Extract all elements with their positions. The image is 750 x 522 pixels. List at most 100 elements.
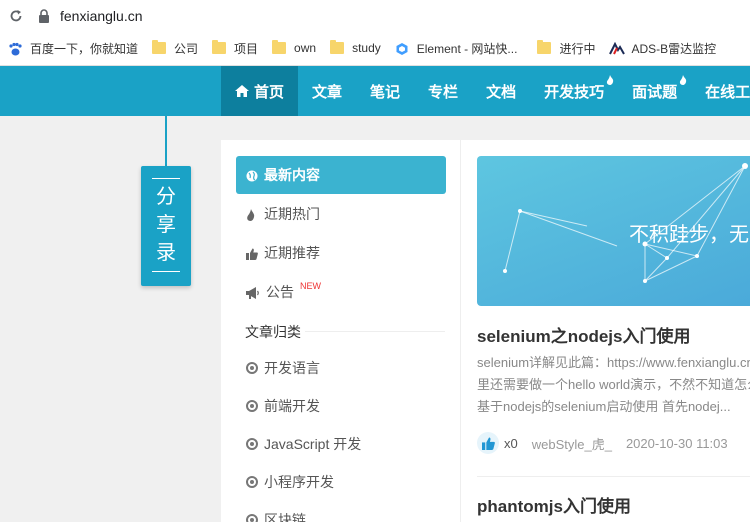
megaphone-icon: [246, 286, 260, 299]
nav-label: 首页: [254, 83, 285, 101]
category-heading: 文章归类: [245, 324, 301, 340]
sidebar-label: 最新内容: [264, 167, 320, 183]
share-char: 享: [156, 214, 176, 236]
folder-icon: [272, 40, 287, 54]
category-label: 区块链: [264, 512, 306, 522]
sidebar-item-announcement[interactable]: 公告 NEW: [236, 273, 446, 311]
post-author[interactable]: webStyle_虎_: [532, 434, 612, 453]
nav-label: 文档: [486, 83, 517, 101]
bookmark-label: 项目: [234, 41, 259, 56]
main-content: 不积跬步，无以至千里 selenium之nodejs入门使用 selenium详…: [477, 140, 750, 522]
post-title[interactable]: phantomjs入门使用: [477, 492, 631, 517]
nav-columns[interactable]: 专栏: [414, 66, 472, 116]
thumbs-up-icon: [246, 247, 258, 260]
flame-icon: [679, 72, 687, 85]
category-item[interactable]: 前端开发: [236, 387, 446, 425]
nav-label: 开发技巧: [544, 83, 605, 101]
nav-home[interactable]: 首页: [221, 66, 299, 116]
circle-dot-icon: [246, 438, 258, 450]
nav-label: 面试题: [632, 83, 678, 101]
post-date: 2020-10-30 11:03: [625, 435, 728, 451]
nav-docs[interactable]: 文档: [472, 66, 530, 116]
sidebar-item-recommend[interactable]: 近期推荐: [236, 234, 446, 272]
nav-notes[interactable]: 笔记: [356, 66, 414, 116]
bookmark-item[interactable]: 公司: [152, 40, 198, 57]
category-label: JavaScript 开发: [264, 436, 362, 452]
bookmark-label: study: [352, 41, 381, 55]
bookmark-item[interactable]: Element - 网站快...: [395, 40, 518, 57]
excerpt-line: 里还需要做一个hello world演示，不然不知道怎么: [477, 377, 750, 392]
sidebar-label: 近期热门: [264, 206, 320, 222]
circle-dot-icon: [246, 514, 258, 522]
sidebar-label: 近期推荐: [264, 245, 320, 261]
category-label: 开发语言: [264, 360, 320, 376]
nav-online-tools[interactable]: 在线工具: [691, 66, 750, 116]
folder-icon: [330, 40, 345, 54]
excerpt-line: selenium详解见此篇：https://www.fenxianglu.cn/: [477, 355, 750, 370]
new-badge: NEW: [300, 281, 321, 291]
share-char: 分: [156, 186, 176, 208]
content-card: 最新内容 近期热门 近期推荐 公告 NEW 文章归类 开发语言 前端开发 Jav…: [221, 140, 750, 522]
bookmark-item[interactable]: 项目: [212, 40, 258, 57]
category-label: 小程序开发: [264, 474, 334, 490]
bookmarks-bar: 百度一下，你就知道 公司 项目 own study Element - 网站快.…: [0, 31, 750, 66]
element-icon: [395, 42, 409, 55]
category-item[interactable]: 开发语言: [236, 349, 446, 387]
post-title[interactable]: selenium之nodejs入门使用: [477, 322, 690, 347]
bookmark-item[interactable]: study: [330, 40, 381, 55]
site-navbar: 首页 文章 笔记 专栏 文档 开发技巧 面试题 在线工具: [0, 66, 750, 116]
bookmark-label: 公司: [174, 41, 199, 56]
circle-dot-icon: [246, 400, 258, 412]
like-button[interactable]: [477, 432, 499, 454]
baidu-icon: [8, 42, 22, 56]
bookmark-item[interactable]: 进行中: [537, 40, 595, 57]
flame-icon: [606, 72, 614, 85]
post-excerpt: selenium详解见此篇：https://www.fenxianglu.cn/…: [477, 352, 750, 418]
category-divider: [305, 331, 445, 332]
circle-dot-icon: [246, 362, 258, 374]
thumbs-up-icon: [481, 437, 495, 450]
bookmark-item[interactable]: own: [272, 40, 317, 55]
home-icon: [235, 85, 249, 97]
folder-icon: [212, 40, 227, 54]
reload-icon[interactable]: [9, 9, 23, 23]
share-char: 录: [156, 242, 176, 264]
category-label: 前端开发: [264, 398, 320, 414]
sidebar: 最新内容 近期热门 近期推荐 公告 NEW 文章归类 开发语言 前端开发 Jav…: [221, 140, 461, 522]
sidebar-item-hot[interactable]: 近期热门: [236, 195, 446, 233]
nav-interview[interactable]: 面试题: [618, 66, 691, 116]
banner-slogan: 不积跬步，无以至千里: [629, 222, 750, 246]
fire-icon: [246, 208, 258, 221]
category-item[interactable]: 区块链: [236, 501, 446, 522]
bookmark-label: own: [294, 41, 317, 55]
nav-label: 专栏: [428, 83, 459, 101]
excerpt-line: 基于nodejs的selenium启动使用 首先nodej...: [477, 399, 731, 414]
like-count: x0: [504, 435, 518, 451]
bookmark-item[interactable]: ADS-B雷达监控: [609, 40, 716, 57]
post-divider: [477, 476, 750, 477]
bookmark-item[interactable]: 百度一下，你就知道: [8, 40, 138, 57]
url-text[interactable]: fenxianglu.cn: [60, 8, 143, 24]
category-item[interactable]: JavaScript 开发: [236, 425, 446, 463]
browser-address-bar: fenxianglu.cn: [0, 0, 750, 31]
nav-dev-tips[interactable]: 开发技巧: [530, 66, 618, 116]
globe-icon: [246, 169, 258, 182]
banner-image[interactable]: 不积跬步，无以至千里: [477, 156, 750, 306]
bookmark-label: ADS-B雷达监控: [631, 41, 717, 56]
circle-dot-icon: [246, 476, 258, 488]
ads-icon: [609, 41, 626, 55]
nav-articles[interactable]: 文章: [298, 66, 356, 116]
nav-label: 笔记: [370, 83, 401, 101]
share-badge[interactable]: 分 享 录: [141, 166, 191, 286]
sidebar-item-latest[interactable]: 最新内容: [236, 156, 446, 194]
bookmark-label: Element - 网站快...: [416, 41, 518, 56]
category-item[interactable]: 小程序开发: [236, 463, 446, 501]
nav-label: 在线工具: [705, 83, 750, 101]
folder-icon: [537, 40, 552, 54]
post-meta: x0 webStyle_虎_ 2020-10-30 11:03: [477, 432, 728, 454]
folder-icon: [152, 40, 167, 54]
lock-icon[interactable]: [38, 8, 50, 23]
bookmark-label: 进行中: [559, 41, 596, 56]
nav-label: 文章: [312, 83, 343, 101]
sidebar-label: 公告: [266, 284, 294, 300]
